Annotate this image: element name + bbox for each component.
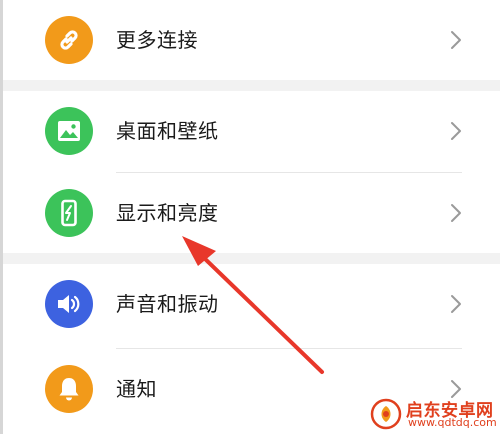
- settings-item-display-brightness[interactable]: 显示和亮度: [3, 173, 500, 255]
- settings-item-sound-vibration[interactable]: 声音和振动: [3, 264, 500, 346]
- watermark-logo-icon: [370, 398, 402, 430]
- image-icon: [45, 107, 93, 155]
- watermark-url: www.qdtdq.com: [408, 416, 497, 429]
- settings-item-label: 显示和亮度: [116, 201, 219, 225]
- settings-item-desktop-wallpaper[interactable]: 桌面和壁纸: [3, 91, 500, 173]
- settings-group-display: 桌面和壁纸 显示和亮度: [3, 91, 500, 253]
- chevron-right-icon: [451, 295, 461, 313]
- settings-item-label: 更多连接: [116, 28, 198, 52]
- phone-display-icon: [45, 189, 93, 237]
- settings-item-more-connections[interactable]: 更多连接: [3, 0, 500, 82]
- chevron-right-icon: [451, 122, 461, 140]
- settings-item-label: 通知: [116, 377, 157, 401]
- bell-icon: [45, 365, 93, 413]
- watermark: 启东安卓网 www.qdtdq.com: [368, 396, 500, 430]
- settings-screen: 更多连接 桌面和壁纸 显示和亮度 声音和振动 通知 启东安卓网 www.qdtd…: [0, 0, 500, 434]
- settings-item-label: 桌面和壁纸: [116, 119, 219, 143]
- chevron-right-icon: [451, 204, 461, 222]
- settings-item-label: 声音和振动: [116, 292, 219, 316]
- link-icon: [45, 16, 93, 64]
- chevron-right-icon: [451, 31, 461, 49]
- settings-group-connections: 更多连接: [3, 0, 500, 80]
- speaker-icon: [45, 280, 93, 328]
